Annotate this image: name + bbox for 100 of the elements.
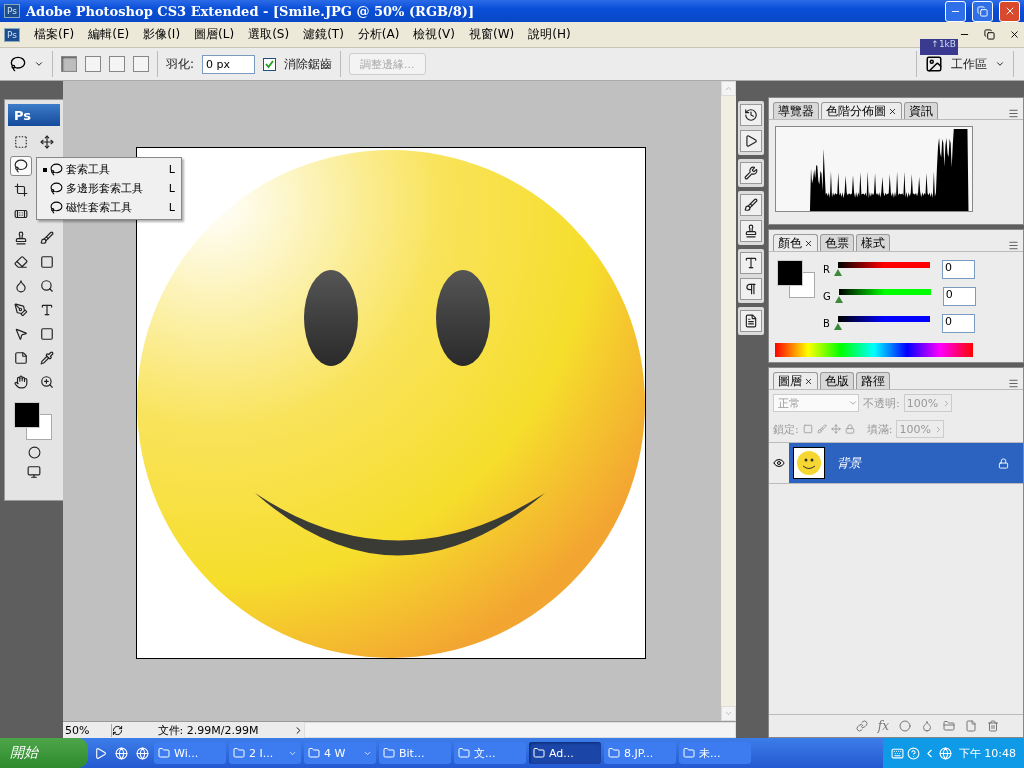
globe-icon[interactable] [114,746,128,760]
taskbar-button[interactable]: 文... [454,742,526,764]
actions-button[interactable] [740,130,762,152]
panel-tab[interactable]: 資訊 [904,102,938,119]
menu-item[interactable]: 分析(A) [357,26,400,43]
clone-source-button[interactable] [740,220,762,242]
panel-tab[interactable]: 路徑 [856,372,890,389]
note-icon [14,351,28,365]
taskbar-button[interactable]: Bit... [379,742,451,764]
panel-tab[interactable]: 色階分佈圖 [821,102,902,119]
document-info: 文件: 2.99M/2.99M [156,722,260,738]
color-spectrum[interactable] [775,343,973,357]
trash-icon[interactable] [987,720,999,732]
new-layer-icon[interactable] [965,720,977,732]
selection-mode-button[interactable] [61,56,77,72]
feather-field[interactable]: 0 px [202,54,256,74]
close-icon[interactable] [804,238,813,248]
pointer-icon [14,327,28,341]
menu-item[interactable]: 圖層(L) [194,26,235,43]
channel-value-field[interactable]: 0 [941,260,975,279]
tool-presets-button[interactable] [740,162,762,184]
type-icon [40,303,54,317]
caret-icon[interactable] [995,59,1005,69]
panel-tab[interactable]: 色票 [820,234,854,251]
menu-item[interactable]: 套索工具 L [37,160,181,179]
history-button[interactable] [740,104,762,126]
folder-icon[interactable] [943,720,955,732]
taskbar-button[interactable]: Wi... [154,742,226,764]
workspace-button[interactable]: 工作區 [951,55,987,73]
brushes-button[interactable] [740,194,762,216]
restore-button[interactable] [972,0,993,22]
panel-menu-icon[interactable] [1008,108,1019,119]
checkbox[interactable] [263,57,277,71]
channel-value-field[interactable]: 0 [942,287,976,306]
link-icon[interactable] [855,720,868,732]
hand-icon [14,375,28,389]
channel-label: B [823,318,830,329]
panel-tab[interactable]: 顏色 [773,234,818,251]
horizontal-scrollbar[interactable] [304,722,736,738]
folder-icon [158,747,170,759]
menu-item[interactable]: 編輯(E) [88,26,130,43]
selection-mode-button[interactable] [85,56,101,72]
globe-icon[interactable] [938,746,952,760]
taskbar-button[interactable]: Ad... [529,742,601,764]
panel-tab[interactable]: 導覽器 [773,102,819,119]
slider-thumb[interactable] [834,296,843,303]
globe-icon[interactable] [135,746,149,760]
minimize-button[interactable] [945,0,966,22]
taskbar-button[interactable]: 未... [679,742,751,764]
menu-item[interactable]: 磁性套索工具 L [37,198,181,217]
paragraph-icon [744,282,758,296]
paragraph-button[interactable] [740,278,762,300]
status-icon[interactable] [112,724,123,736]
character-button[interactable] [740,252,762,274]
menu-item[interactable]: 檔案(F) [33,26,75,43]
slider-thumb[interactable] [833,269,842,276]
panel-tab[interactable]: 樣式 [856,234,890,251]
slider-thumb[interactable] [833,323,842,330]
panel-tab[interactable]: 圖層 [773,372,818,389]
menu-item[interactable]: 濾鏡(T) [303,26,344,43]
screen-mode-icon[interactable] [27,465,41,479]
close-icon[interactable] [1009,29,1020,40]
menu-item[interactable]: 影像(I) [143,26,181,43]
menu-item[interactable]: 檢視(V) [413,26,455,43]
keyboard-icon[interactable] [890,746,904,760]
taskbar-button[interactable]: 2 I... [229,742,301,764]
panel-tab[interactable]: 色版 [820,372,854,389]
document-icon [744,314,758,328]
close-icon[interactable] [888,106,897,116]
play-icon[interactable] [93,746,107,760]
channel-value-field[interactable]: 0 [941,314,975,333]
eye-icon[interactable] [773,457,785,469]
close-button[interactable] [999,0,1020,22]
folder-icon [308,747,320,759]
menu-item[interactable]: 視窗(W) [469,26,515,43]
layer-comps-button[interactable] [740,310,762,332]
menu-item[interactable]: 多邊形套索工具 L [37,179,181,198]
droplet-icon [14,279,28,293]
start-button[interactable]: 開始 [0,738,88,768]
restore-icon[interactable] [984,29,995,40]
taskbar-button-label: 文... [474,745,497,761]
close-icon[interactable] [804,376,813,386]
panel-menu-icon[interactable] [1008,240,1019,251]
selection-mode-button[interactable] [109,56,125,72]
panel-menu-icon[interactable] [1008,378,1019,389]
help-icon[interactable] [906,746,920,760]
menu-item[interactable]: 說明(H) [528,26,571,43]
zoom-field[interactable]: 50% [63,723,112,737]
app-icon: Ps [4,27,20,42]
menu-item[interactable]: 選取(S) [248,26,290,43]
color-swatches[interactable] [775,260,815,298]
taskbar-button[interactable]: 8.JP... [604,742,676,764]
tool-button[interactable] [10,156,32,176]
circle-icon[interactable] [27,445,41,459]
layer-row[interactable]: 背景 [789,443,1023,483]
layer-style-button[interactable]: fx [877,719,889,733]
taskbar-button[interactable]: 4 W [304,742,376,764]
lasso-icon[interactable] [10,56,26,72]
caret-icon[interactable] [34,59,44,69]
selection-mode-button[interactable] [133,56,149,72]
